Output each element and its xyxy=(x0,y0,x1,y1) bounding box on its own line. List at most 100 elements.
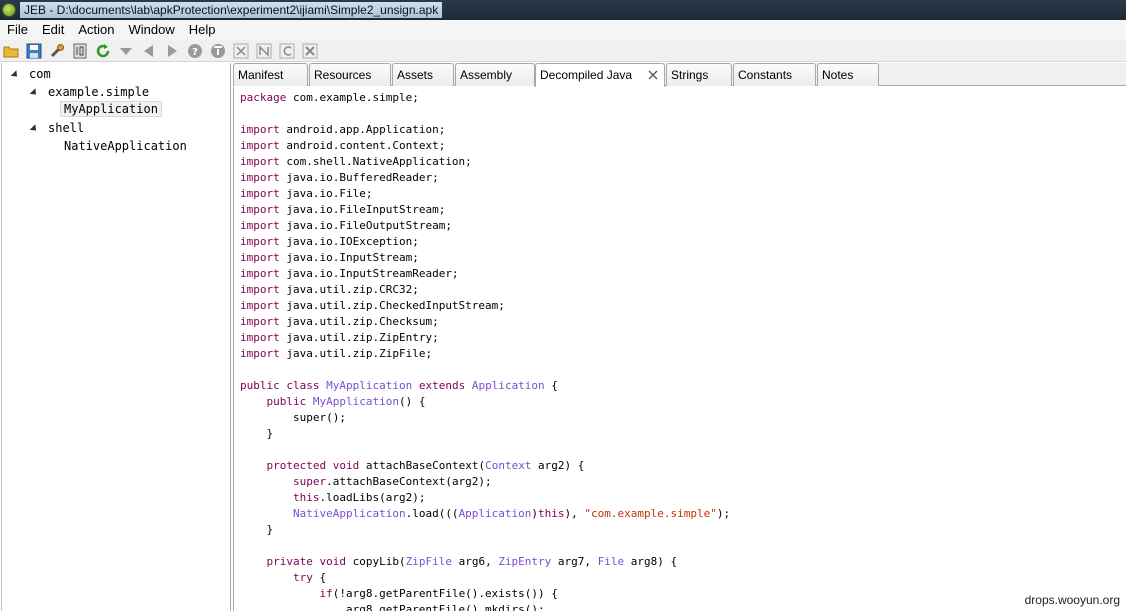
code-token: import xyxy=(240,267,280,280)
tab-assets[interactable]: Assets xyxy=(392,63,454,86)
code-line: public MyApplication() { xyxy=(240,394,426,410)
menu-edit[interactable]: Edit xyxy=(35,20,71,40)
tab-assembly[interactable]: Assembly xyxy=(455,63,535,86)
menu-file[interactable]: File xyxy=(0,20,35,40)
code-token: import xyxy=(240,315,280,328)
code-token: java.io.IOException; xyxy=(279,235,419,248)
code-token: { xyxy=(544,379,558,392)
code-line: import java.util.zip.CheckedInputStream; xyxy=(240,298,505,314)
tab-notes[interactable]: Notes xyxy=(817,63,879,86)
tab-strings[interactable]: Strings xyxy=(666,63,732,86)
code-token: arg8.getParentFile().mkdirs(); xyxy=(240,603,545,611)
code-token: .load((( xyxy=(405,507,459,520)
tab-label: Strings xyxy=(671,68,709,82)
expand-arrow-icon[interactable] xyxy=(10,70,20,80)
title-bar: JEB - D:\documents\lab\apkProtection\exp… xyxy=(0,0,1126,20)
save-icon[interactable] xyxy=(25,42,43,60)
refresh-icon[interactable] xyxy=(94,42,112,60)
code-token: } xyxy=(240,523,274,536)
help-icon[interactable]: ? xyxy=(186,42,204,60)
tree-label: MyApplication xyxy=(60,101,162,117)
info-icon[interactable] xyxy=(209,42,227,60)
svg-text:?: ? xyxy=(192,47,198,58)
code-token: arg7, xyxy=(551,555,598,568)
code-line: import java.io.InputStream; xyxy=(240,250,419,266)
code-token: java.util.zip.CheckedInputStream; xyxy=(279,299,505,312)
tree-node-com[interactable]: com xyxy=(10,65,51,83)
code-line: import java.util.zip.CRC32; xyxy=(240,282,419,298)
expand-arrow-icon[interactable] xyxy=(29,124,39,134)
tree-label: com xyxy=(29,67,51,81)
code-token: android.content.Context; xyxy=(279,139,446,152)
tree-node-shell[interactable]: shell xyxy=(29,119,84,137)
menu-window[interactable]: Window xyxy=(122,20,182,40)
code-token: copyLib( xyxy=(345,555,406,568)
code-line: import java.util.zip.ZipEntry; xyxy=(240,330,439,346)
code-token: import xyxy=(240,299,280,312)
code-token: super xyxy=(292,475,327,488)
toolbar: ? xyxy=(0,40,1126,62)
code-line: import com.shell.NativeApplication; xyxy=(240,154,472,170)
code-token: Context xyxy=(485,459,532,472)
code-line: this.loadLibs(arg2); xyxy=(240,490,425,506)
code-token: this xyxy=(538,507,565,520)
watermark: drops.wooyun.org xyxy=(1022,593,1122,607)
forward-icon[interactable] xyxy=(163,42,181,60)
code-line: import java.io.InputStreamReader; xyxy=(240,266,459,282)
tree-node-example-simple[interactable]: example.simple xyxy=(29,83,149,101)
tab-decompiled-java[interactable]: Decompiled Java xyxy=(535,63,665,87)
code-token: ZipFile xyxy=(405,555,452,568)
code-token: Application xyxy=(458,507,532,520)
code-token: import xyxy=(240,171,280,184)
cross-icon[interactable] xyxy=(232,42,250,60)
tab-strip: Manifest Resources Assets Assembly Decom… xyxy=(233,63,1126,87)
code-line: private void copyLib(ZipFile arg6, ZipEn… xyxy=(240,554,678,570)
menu-help[interactable]: Help xyxy=(182,20,223,40)
delete-x-icon[interactable] xyxy=(301,42,319,60)
dropdown-arrow-icon[interactable] xyxy=(117,42,135,60)
wrench-icon[interactable] xyxy=(48,42,66,60)
code-line: import java.io.File; xyxy=(240,186,372,202)
code-token: com.shell.NativeApplication; xyxy=(279,155,472,168)
code-line: import android.app.Application; xyxy=(240,122,445,138)
code-token: java.util.zip.Checksum; xyxy=(279,315,439,328)
tab-resources[interactable]: Resources xyxy=(309,63,391,86)
decompiled-code-view[interactable]: package com.example.simple; import androi… xyxy=(233,87,1126,611)
code-token: java.io.FileInputStream; xyxy=(279,203,446,216)
tab-label: Manifest xyxy=(238,68,284,82)
code-line: } xyxy=(240,426,273,442)
tree-node-myapplication[interactable]: MyApplication xyxy=(60,100,162,118)
expand-arrow-icon[interactable] xyxy=(29,88,39,98)
package-tree: com example.simple MyApplication shell N… xyxy=(1,63,231,611)
code-token: () { xyxy=(398,395,426,408)
code-token: import xyxy=(240,123,280,136)
code-token: import xyxy=(240,235,280,248)
code-token: .loadLibs(arg2); xyxy=(319,491,426,504)
code-token: com.example.simple; xyxy=(286,91,419,104)
tab-manifest[interactable]: Manifest xyxy=(233,63,308,86)
code-token: public xyxy=(240,379,280,392)
code-line: import java.util.zip.ZipFile; xyxy=(240,346,432,362)
code-token: "com.example.simple" xyxy=(584,507,717,520)
open-folder-icon[interactable] xyxy=(2,42,20,60)
code-line: if(!arg8.getParentFile().exists()) { xyxy=(240,586,557,602)
binary-icon[interactable] xyxy=(71,42,89,60)
code-token: import xyxy=(240,155,280,168)
back-icon[interactable] xyxy=(140,42,158,60)
tree-node-nativeapplication[interactable]: NativeApplication xyxy=(64,137,187,155)
menu-action[interactable]: Action xyxy=(71,20,121,40)
code-token: protected xyxy=(266,459,327,472)
code-token: } xyxy=(240,427,274,440)
rename-n-icon[interactable] xyxy=(255,42,273,60)
comment-c-icon[interactable] xyxy=(278,42,296,60)
close-tab-icon[interactable] xyxy=(648,70,658,80)
tab-label: Notes xyxy=(822,68,854,82)
code-token: Application xyxy=(471,379,545,392)
tab-constants[interactable]: Constants xyxy=(733,63,816,86)
